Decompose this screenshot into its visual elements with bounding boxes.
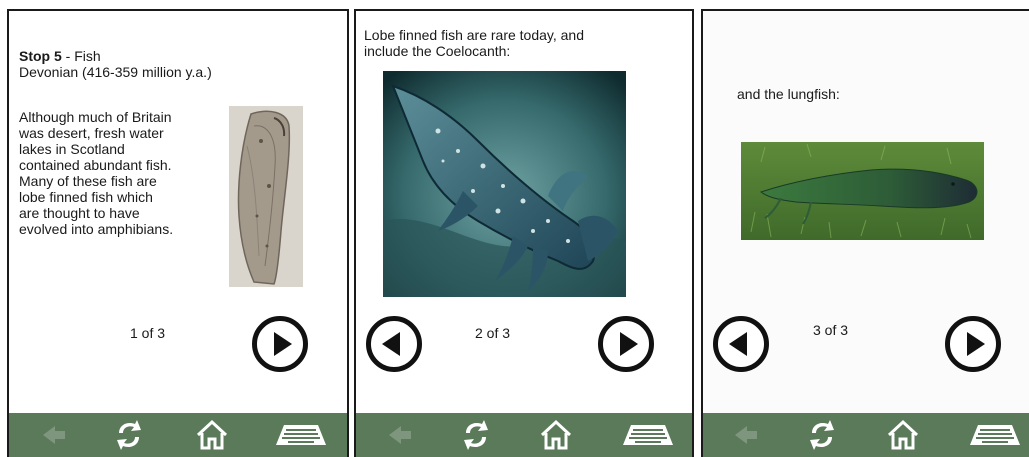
screen-2: Lobe finned fish are rare today, and inc…	[354, 9, 694, 457]
screen-3: and the lungfish: 3 of 3	[701, 9, 1029, 457]
lungfish-image	[741, 142, 984, 240]
next-circle-icon	[967, 332, 985, 356]
refresh-icon[interactable]	[109, 413, 149, 457]
screen-3-content: and the lungfish: 3 of 3	[703, 11, 1029, 413]
screen-1: Stop 5 - Fish Devonian (416-359 million …	[7, 9, 349, 457]
next-circle-icon	[620, 332, 638, 356]
next-button[interactable]	[598, 316, 654, 372]
back-arrow-icon[interactable]	[383, 413, 417, 457]
home-icon[interactable]	[536, 413, 576, 457]
refresh-icon[interactable]	[802, 413, 842, 457]
coelacanth-description: Lobe finned fish are rare today, and inc…	[364, 27, 585, 59]
keyboard-icon[interactable]	[618, 413, 678, 457]
home-icon[interactable]	[883, 413, 923, 457]
home-icon[interactable]	[192, 413, 232, 457]
previous-button[interactable]	[366, 316, 422, 372]
screen-1-content: Stop 5 - Fish Devonian (416-359 million …	[9, 11, 347, 413]
keyboard-icon[interactable]	[965, 413, 1025, 457]
bottom-toolbar	[356, 413, 692, 457]
previous-button[interactable]	[713, 316, 769, 372]
refresh-icon[interactable]	[456, 413, 496, 457]
coelacanth-image	[383, 71, 626, 297]
fish-description: Although much of Britain was desert, fre…	[19, 109, 174, 237]
bottom-toolbar	[9, 413, 347, 457]
stop-title: Stop 5 - Fish	[19, 48, 101, 64]
screen-2-content: Lobe finned fish are rare today, and inc…	[356, 11, 692, 413]
previous-circle-icon	[382, 332, 400, 356]
fossil-fish-image	[229, 106, 303, 287]
back-arrow-icon[interactable]	[37, 413, 71, 457]
lungfish-description: and the lungfish:	[737, 86, 840, 102]
keyboard-icon[interactable]	[271, 413, 331, 457]
bottom-toolbar	[703, 413, 1029, 457]
next-circle-icon	[274, 332, 292, 356]
page-counter: 1 of 3	[130, 325, 166, 341]
page-counter: 3 of 3	[813, 322, 849, 338]
next-button[interactable]	[945, 316, 1001, 372]
next-button[interactable]	[252, 316, 308, 372]
period-subtitle: Devonian (416-359 million y.a.)	[19, 64, 212, 80]
previous-circle-icon	[729, 332, 747, 356]
page-counter: 2 of 3	[475, 325, 511, 341]
back-arrow-icon[interactable]	[729, 413, 763, 457]
